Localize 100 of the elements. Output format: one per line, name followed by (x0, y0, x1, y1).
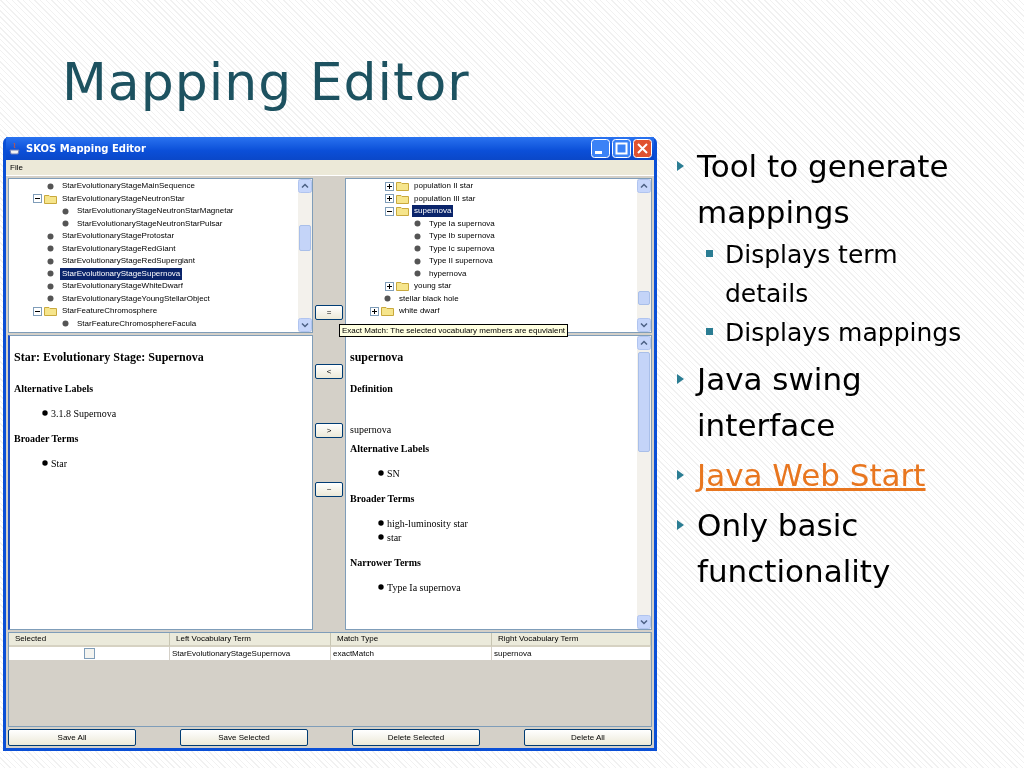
dot-icon (47, 245, 54, 253)
tree-item[interactable]: hypernova (427, 267, 469, 280)
coffee-cup-icon (9, 141, 21, 156)
collapse-icon[interactable] (33, 306, 42, 316)
tree-item[interactable]: Type Ic supernova (427, 242, 497, 255)
list-item: star (387, 531, 402, 543)
bullet-text: Displays mappings (725, 317, 962, 349)
tree-item[interactable]: StarEvolutionaryStageWhiteDwarf (60, 280, 185, 293)
dot-icon (414, 220, 421, 228)
dot-icon (414, 270, 421, 278)
collapse-icon[interactable] (33, 194, 42, 204)
minimize-icon[interactable] (591, 139, 610, 158)
folder-icon (396, 181, 409, 192)
dot-icon (47, 282, 54, 290)
bullet-icon (676, 373, 685, 385)
tree-item[interactable]: StarEvolutionaryStageNeutronStar (60, 192, 187, 205)
section-heading: Definition (350, 382, 394, 394)
scrollbar[interactable] (298, 178, 312, 332)
dot-icon (47, 232, 54, 240)
bullet-text: Only basic functionality (697, 506, 892, 591)
column-header[interactable]: Right Vocabulary Term (492, 632, 651, 647)
bullet-text: Java swing interface (697, 360, 863, 445)
tree-item[interactable]: StarEvolutionaryStageNeutronStarMagnetar (75, 205, 236, 218)
scroll-up-icon[interactable] (637, 335, 651, 350)
tree-item[interactable]: StarEvolutionaryStageProtostar (60, 230, 177, 243)
scroll-thumb[interactable] (638, 290, 650, 305)
action-button[interactable]: Save Selected (180, 729, 308, 746)
column-header[interactable]: Selected (9, 632, 170, 647)
tree-item[interactable]: StarEvolutionaryStageRedGiant (60, 242, 178, 255)
section-heading: Narrower Terms (350, 556, 422, 568)
column-header[interactable]: Match Type (331, 632, 492, 647)
scroll-thumb[interactable] (299, 224, 311, 251)
tree-item[interactable]: StarFeatureChromosphere (60, 305, 160, 318)
bullet-icon (676, 519, 685, 531)
bullet-icon (378, 584, 384, 591)
tree-item[interactable]: StarFeatureChromosphereFacula (75, 317, 199, 330)
scroll-down-icon[interactable] (298, 317, 312, 332)
folder-icon (396, 193, 409, 204)
dot-icon (47, 257, 54, 265)
folder-icon (44, 306, 57, 317)
mapping-button[interactable]: > (315, 422, 343, 438)
scroll-down-icon[interactable] (637, 317, 651, 332)
tree-item[interactable]: StarEvolutionaryStageRedSupergiant (60, 255, 197, 268)
dot-icon (62, 320, 69, 328)
list-item: Type Ia supernova (387, 581, 461, 593)
term-title: supernova (350, 349, 405, 365)
mapping-button[interactable]: < (315, 363, 343, 379)
tree-item[interactable]: StarEvolutionaryStageNeutronStarPulsar (75, 217, 225, 230)
tree-item[interactable]: StarEvolutionaryStageSupernova (60, 267, 183, 280)
tree-item[interactable]: StarEvolutionaryStageMainSequence (60, 180, 197, 193)
action-button[interactable]: Delete All (524, 729, 652, 746)
mapping-button[interactable]: ~ (315, 481, 343, 497)
scrollbar[interactable] (637, 178, 651, 332)
menu-item[interactable]: File (10, 162, 23, 172)
expand-icon[interactable] (385, 281, 394, 291)
scrollbar[interactable] (637, 335, 651, 629)
tree-item[interactable]: young star (412, 280, 454, 293)
list-item: Star (51, 457, 68, 469)
dot-icon (414, 257, 421, 265)
folder-icon (396, 206, 409, 217)
expand-icon[interactable] (385, 181, 394, 191)
list-item: 3.1.8 Supernova (51, 407, 117, 419)
scroll-down-icon[interactable] (637, 614, 651, 629)
tree-item[interactable]: Type II supernova (427, 255, 495, 268)
definition-text: supernova (350, 423, 393, 435)
tree-item[interactable]: Type Ib supernova (427, 230, 497, 243)
action-button[interactable]: Save All (8, 729, 136, 746)
tree-item[interactable]: white dwarf (397, 305, 442, 318)
folder-icon (44, 193, 57, 204)
bullet-icon (378, 520, 384, 527)
scroll-up-icon[interactable] (298, 178, 312, 193)
tree-item[interactable]: Type Ia supernova (427, 217, 497, 230)
tree-item[interactable]: population II star (412, 180, 476, 193)
checkbox[interactable] (83, 647, 95, 659)
close-icon[interactable] (633, 139, 652, 158)
bullet-text: Displays term details (725, 239, 899, 310)
bullet-text: Tool to generate mappings (697, 147, 950, 232)
tree-item[interactable]: supernova (412, 205, 454, 218)
action-button[interactable]: Delete Selected (352, 729, 480, 746)
tree-item[interactable]: StarEvolutionaryStageYoungStellarObject (60, 292, 212, 305)
collapse-icon[interactable] (385, 206, 394, 216)
dot-icon (414, 232, 421, 240)
folder-icon (381, 306, 394, 317)
tree-item[interactable]: stellar black hole (397, 292, 461, 305)
column-header[interactable]: Left Vocabulary Term (170, 632, 331, 647)
bullet-icon (706, 328, 713, 335)
dot-icon (47, 295, 54, 303)
scroll-thumb[interactable] (638, 351, 650, 452)
dot-icon (414, 245, 421, 253)
maximize-icon[interactable] (612, 139, 631, 158)
expand-icon[interactable] (385, 194, 394, 204)
dot-icon (47, 270, 54, 278)
mapping-button[interactable]: = (315, 304, 343, 320)
bullet-icon (706, 250, 713, 257)
section-heading: Broader Terms (14, 432, 80, 444)
scroll-up-icon[interactable] (637, 178, 651, 193)
expand-icon[interactable] (370, 306, 379, 316)
tree-item[interactable]: population III star (412, 192, 478, 205)
bullet-icon (676, 160, 685, 172)
bullet-icon (676, 469, 685, 481)
